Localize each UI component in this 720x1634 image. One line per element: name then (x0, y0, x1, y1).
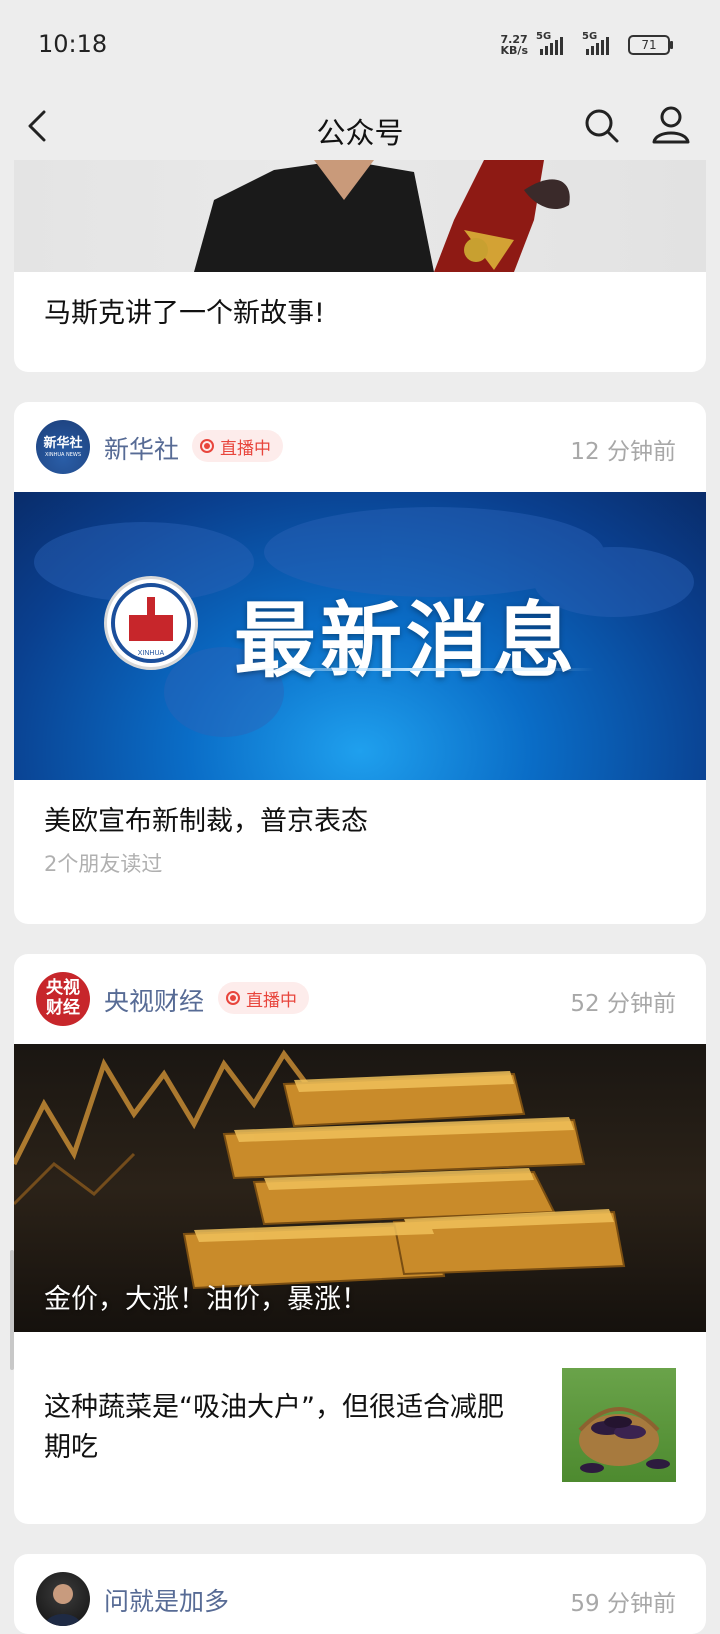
avatar-text: 新华社 (43, 436, 83, 451)
card-header: 新华社 XINHUA NEWS 新华社 直播中 12 分钟前 (14, 402, 706, 492)
xinhua-logo-icon: XINHUA (104, 576, 198, 670)
search-icon (585, 109, 619, 143)
account-name[interactable]: 问就是加多 (104, 1582, 229, 1618)
scroll-indicator[interactable] (10, 1250, 14, 1370)
timestamp: 52 分钟前 (570, 991, 676, 1017)
live-badge[interactable]: 直播中 (192, 430, 283, 462)
status-bar: 10:18 7.27 KB/s 5G 5G 71 (0, 0, 720, 92)
article-card[interactable]: 马斯克讲了一个新故事! (14, 160, 706, 372)
avatar-subtext: 财经 (46, 998, 80, 1018)
sim2-label: 5G (582, 31, 598, 42)
secondary-article[interactable]: 这种蔬菜是“吸油大户”，但很适合减肥期吃 (14, 1332, 706, 1522)
article-hero-image: 金价，大涨！油价，暴涨！ (14, 1044, 706, 1332)
network-speed: 7.27 KB/s (501, 34, 528, 56)
account-avatar[interactable]: 新华社 XINHUA NEWS (36, 420, 90, 474)
avatar-subtext: XINHUA NEWS (44, 452, 82, 458)
profile-button[interactable] (648, 102, 694, 148)
status-icons: 7.27 KB/s 5G 5G 71 (501, 31, 673, 56)
article-card[interactable]: 央视 财经 央视财经 直播中 52 分钟前 金价，大涨！油价，暴涨！ 这种蔬菜是… (14, 954, 706, 1524)
live-label: 直播中 (220, 438, 271, 459)
account-name[interactable]: 新华社 (104, 430, 179, 466)
logo-text: XINHUA (138, 650, 165, 657)
banner-text: 最新消息 (234, 594, 579, 689)
account-name[interactable]: 央视财经 (104, 982, 204, 1018)
article-hero-image: XINHUA 最新消息 (14, 492, 706, 780)
status-time: 10:18 (38, 30, 108, 58)
banner-underline (234, 668, 594, 671)
live-label: 直播中 (246, 990, 297, 1011)
hero-caption: 金价，大涨！油价，暴涨！ (44, 1284, 368, 1315)
live-badge[interactable]: 直播中 (218, 982, 309, 1014)
live-icon (226, 991, 240, 1005)
account-avatar[interactable] (36, 1572, 90, 1626)
nav-bar: 公众号 (0, 92, 720, 160)
search-button[interactable] (580, 104, 624, 148)
live-icon (200, 439, 214, 453)
article-title: 马斯克讲了一个新故事! (44, 298, 325, 329)
signal-icon: 5G (582, 31, 620, 55)
battery-icon: 71 (628, 35, 673, 55)
article-thumbnail (562, 1368, 676, 1482)
person-icon (652, 106, 690, 144)
timestamp: 12 分钟前 (570, 439, 676, 465)
card-header: 问就是加多 59 分钟前 (14, 1554, 706, 1634)
account-avatar[interactable]: 央视 财经 (36, 972, 90, 1026)
battery-level: 71 (641, 38, 657, 52)
card-header: 央视 财经 央视财经 直播中 52 分钟前 (14, 954, 706, 1044)
article-title: 美欧宣布新制裁，普京表态 (44, 806, 368, 837)
net-speed-unit: KB/s (500, 44, 528, 57)
timestamp: 59 分钟前 (570, 1591, 676, 1617)
article-card[interactable]: 新华社 XINHUA NEWS 新华社 直播中 12 分钟前 XINHUA 最新… (14, 402, 706, 924)
sim1-label: 5G (536, 31, 552, 42)
avatar-text: 央视 (46, 978, 80, 998)
article-title: 这种蔬菜是“吸油大户”，但很适合减肥期吃 (44, 1392, 504, 1463)
article-card[interactable]: 问就是加多 59 分钟前 (14, 1554, 706, 1634)
friends-read: 2个朋友读过 (44, 852, 163, 876)
signal-icon: 5G (536, 31, 574, 55)
article-hero-image (14, 160, 706, 272)
